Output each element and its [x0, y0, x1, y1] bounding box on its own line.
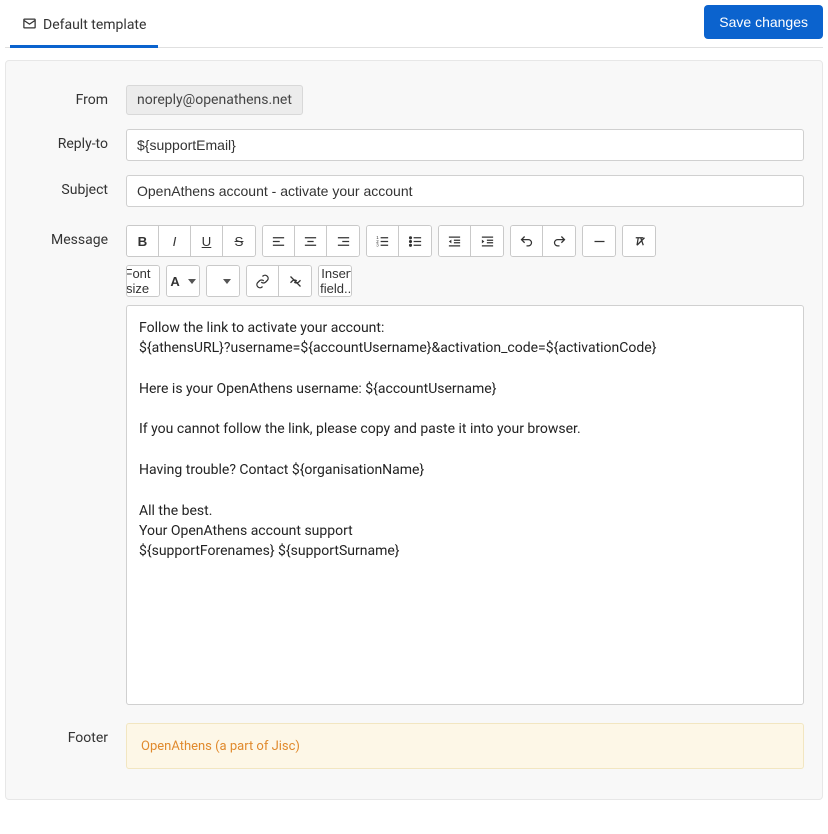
outdent-button[interactable]: [439, 226, 471, 256]
link-icon: [255, 274, 270, 289]
unordered-list-button[interactable]: [399, 226, 431, 256]
align-center-icon: [303, 234, 318, 249]
horizontal-rule-icon: [592, 234, 607, 249]
italic-icon: I: [173, 234, 177, 249]
horizontal-rule-button[interactable]: [583, 226, 615, 256]
group-history: [510, 225, 576, 257]
row-reply-to: Reply-to: [24, 129, 804, 161]
ordered-list-button[interactable]: 123: [367, 226, 399, 256]
indent-button[interactable]: [471, 226, 503, 256]
save-changes-button[interactable]: Save changes: [704, 5, 823, 39]
font-color-dropdown[interactable]: A: [167, 266, 199, 296]
undo-button[interactable]: [511, 226, 543, 256]
redo-button[interactable]: [543, 226, 575, 256]
from-readonly-value: noreply@openathens.net: [126, 85, 303, 115]
undo-icon: [519, 234, 534, 249]
group-links: [246, 265, 312, 297]
group-text-style: B I U S: [126, 225, 256, 257]
editor-toolbar-row2: Font size A: [126, 265, 804, 297]
insert-media-dropdown[interactable]: [207, 266, 239, 296]
row-from: From noreply@openathens.net: [24, 85, 804, 115]
unlink-icon: [288, 274, 303, 289]
unlink-button[interactable]: [279, 266, 311, 296]
chevron-down-icon: [159, 279, 160, 284]
strike-button[interactable]: S: [223, 226, 255, 256]
label-footer: Footer: [24, 723, 126, 746]
clear-format-button[interactable]: [623, 226, 655, 256]
group-font-size: Font size: [126, 265, 160, 297]
bold-icon: B: [138, 234, 148, 249]
bold-button[interactable]: B: [127, 226, 159, 256]
message-editor[interactable]: Follow the link to activate your account…: [126, 305, 804, 705]
group-indent: [438, 225, 504, 257]
redo-icon: [552, 234, 567, 249]
form-panel: From noreply@openathens.net Reply-to Sub…: [5, 60, 823, 800]
italic-button[interactable]: I: [159, 226, 191, 256]
label-subject: Subject: [24, 175, 126, 198]
group-clear: [622, 225, 656, 257]
group-insert-field: Insert field...: [318, 265, 352, 297]
reply-to-input[interactable]: [126, 129, 804, 161]
tab-default-template[interactable]: Default template: [10, 6, 158, 48]
label-reply-to: Reply-to: [24, 129, 126, 152]
font-size-dropdown[interactable]: Font size: [127, 266, 159, 296]
underline-icon: U: [202, 234, 212, 249]
row-footer: Footer OpenAthens (a part of Jisc): [24, 723, 804, 769]
strike-icon: S: [235, 234, 244, 249]
chevron-down-icon: [188, 279, 196, 284]
footer-box: OpenAthens (a part of Jisc): [126, 723, 804, 769]
clear-format-icon: [632, 234, 647, 249]
group-lists: 123: [366, 225, 432, 257]
editor-toolbar: B I U S: [126, 225, 804, 257]
insert-field-button[interactable]: Insert field...: [319, 266, 351, 296]
align-left-icon: [271, 234, 286, 249]
ordered-list-icon: 123: [375, 234, 390, 249]
label-from: From: [24, 85, 126, 108]
indent-icon: [480, 234, 495, 249]
subject-input[interactable]: [126, 175, 804, 207]
font-size-label: Font size: [126, 266, 151, 296]
align-center-button[interactable]: [295, 226, 327, 256]
row-message: Message B I U S: [24, 225, 804, 705]
chevron-down-icon: [223, 279, 231, 284]
envelope-icon: [22, 16, 37, 35]
align-right-icon: [336, 234, 351, 249]
font-color-icon: A: [170, 274, 179, 289]
group-media: [206, 265, 240, 297]
value-from: noreply@openathens.net: [126, 85, 804, 115]
svg-text:3: 3: [376, 242, 379, 247]
link-button[interactable]: [247, 266, 279, 296]
footer-link[interactable]: OpenAthens (a part of Jisc): [141, 739, 300, 754]
top-bar: Default template Save changes: [5, 5, 823, 48]
align-left-button[interactable]: [263, 226, 295, 256]
group-align: [262, 225, 360, 257]
outdent-icon: [447, 234, 462, 249]
insert-field-label: Insert field...: [320, 266, 352, 296]
label-message: Message: [24, 225, 126, 248]
group-font-color: A: [166, 265, 200, 297]
tab-label: Default template: [43, 17, 146, 33]
row-subject: Subject: [24, 175, 804, 207]
group-hr: [582, 225, 616, 257]
align-right-button[interactable]: [327, 226, 359, 256]
unordered-list-icon: [408, 234, 423, 249]
underline-button[interactable]: U: [191, 226, 223, 256]
